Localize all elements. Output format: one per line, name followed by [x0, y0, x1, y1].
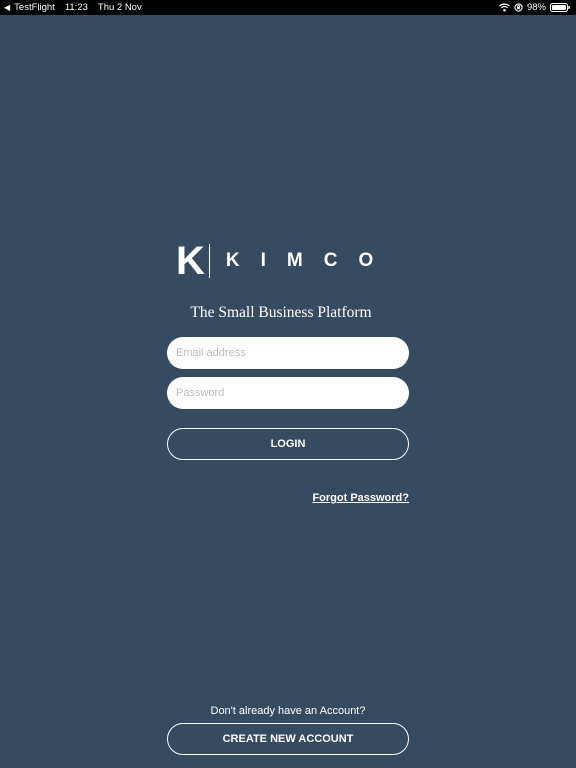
- wifi-icon: [499, 3, 510, 12]
- status-right: 98%: [499, 0, 570, 15]
- logo-name: KIMCO: [225, 250, 395, 271]
- create-account-button[interactable]: CREATE NEW ACCOUNT: [167, 723, 409, 755]
- forgot-password-link[interactable]: Forgot Password?: [312, 492, 409, 504]
- orientation-lock-icon: [514, 3, 523, 12]
- no-account-prompt: Don't already have an Account?: [210, 705, 366, 717]
- status-date: Thu 2 Nov: [97, 2, 142, 13]
- status-time: 11:23: [64, 2, 88, 13]
- tagline: The Small Business Platform: [190, 304, 372, 321]
- password-field[interactable]: [167, 377, 409, 409]
- back-arrow-icon[interactable]: ◀: [4, 0, 10, 15]
- email-field[interactable]: [167, 337, 409, 369]
- battery-icon: [550, 3, 570, 12]
- status-bar: ◀ TestFlight 11:23 Thu 2 Nov 98%: [0, 0, 576, 15]
- login-button[interactable]: LOGIN: [167, 428, 409, 460]
- kimco-logo: K KIMCO: [176, 239, 395, 283]
- battery-percent: 98%: [526, 2, 546, 13]
- back-app-link[interactable]: TestFlight: [14, 0, 55, 15]
- status-left: ◀ TestFlight 11:23 Thu 2 Nov: [4, 0, 142, 15]
- logo-divider: [208, 244, 210, 278]
- logo-mark: K: [176, 239, 205, 283]
